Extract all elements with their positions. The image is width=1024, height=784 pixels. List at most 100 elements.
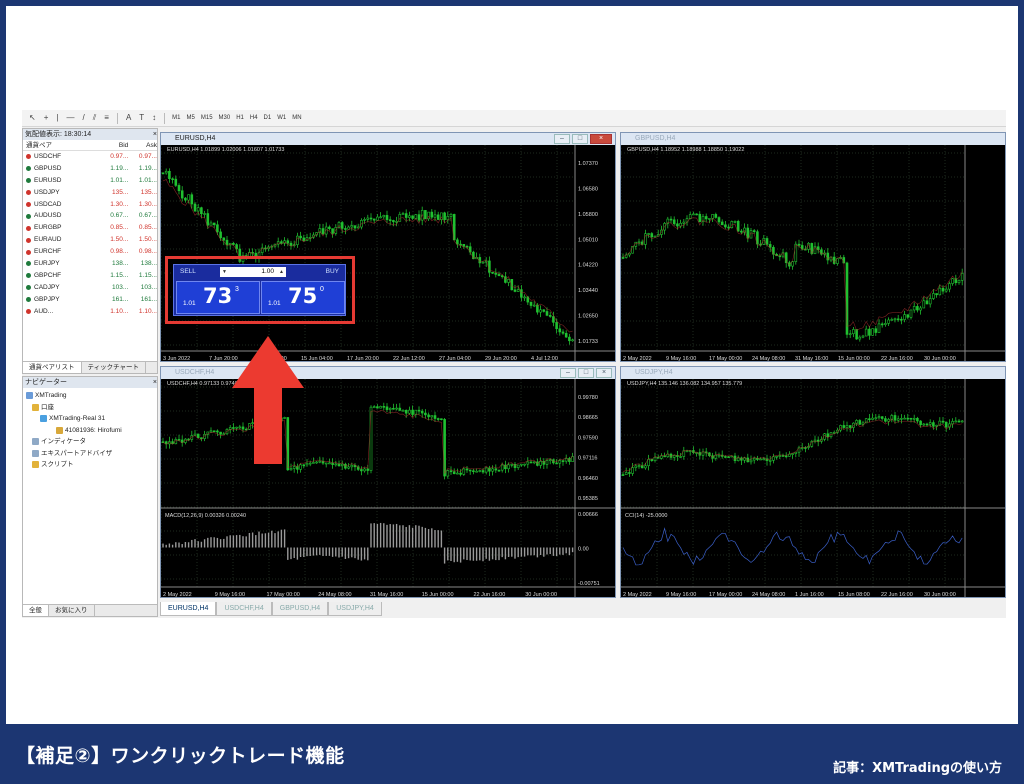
tf-m1[interactable]: M1 (170, 111, 182, 125)
market-watch-row[interactable]: EURCHF 0.98... 0.98... (23, 246, 157, 258)
channel-icon[interactable]: ⫽ (90, 111, 100, 125)
chart-plot[interactable]: 1.07370 1.06580 1.05800 1.05010 1.04220 1.034… (161, 145, 615, 361)
market-watch-row[interactable]: GBPJPY 161... 161... (23, 294, 157, 306)
bid-cell: 1.19... (110, 164, 129, 172)
chart-window-gbpusd[interactable]: GBPUSD,H4 2 May 2022 9 May 16:00 17 May 00… (620, 132, 1006, 362)
candle-body (529, 461, 533, 464)
tab-usdjpy[interactable]: USDJPY,H4 (328, 602, 382, 616)
nav-item[interactable]: 41081936: Hirofumi (26, 425, 154, 437)
maximize-icon[interactable]: □ (572, 134, 588, 144)
candlestick-chart[interactable]: 2 May 2022 9 May 16:00 17 May 00:00 24 May … (621, 145, 1006, 362)
candlestick-chart[interactable]: MACD(12,26,9) 0.00326 0.00240 0.00666 0.00… (161, 379, 616, 598)
tf-mn[interactable]: MN (290, 111, 303, 125)
nav-item[interactable]: エキスパートアドバイザ (26, 448, 154, 460)
chart-window-eurusd[interactable]: EURUSD,H4 – □ × 1.07370 1.06580 1.05800 1.050… (160, 132, 616, 362)
tab-symbols[interactable]: 通貨ペアリスト (23, 362, 82, 373)
candle-body (621, 474, 625, 476)
chart-window-usdchf[interactable]: USDCHF,H4 – □ × MACD(12,26,9) 0.00326 0.00… (160, 366, 616, 598)
market-watch-row[interactable]: EURUSD 1.01... 1.01... (23, 175, 157, 187)
candle-body (363, 468, 366, 472)
nav-item[interactable]: インディケータ (26, 436, 154, 448)
candle-body (289, 242, 293, 246)
candlestick-chart[interactable]: 1.07370 1.06580 1.05800 1.05010 1.04220 1.034… (161, 145, 616, 362)
close-icon[interactable]: × (153, 129, 157, 140)
symbol-cell: USDCAD (23, 199, 100, 211)
candle-body (507, 464, 510, 470)
nav-item[interactable]: 口座 (26, 402, 154, 414)
candle-body (433, 415, 437, 419)
date-label: 15 Jun 04:00 (301, 356, 333, 362)
tab-usdchf[interactable]: USDCHF,H4 (216, 602, 272, 616)
market-watch-row[interactable]: AUD... 1.10... 1.10... (23, 306, 157, 318)
tf-d1[interactable]: D1 (262, 111, 274, 125)
market-watch-row[interactable]: EURJPY 138... 138... (23, 258, 157, 270)
arrows-icon[interactable]: ↕ (149, 111, 159, 125)
col-symbol[interactable]: 通貨ペア (23, 140, 100, 150)
market-watch-row[interactable]: EURGBP 0.85... 0.85... (23, 222, 157, 234)
horizontal-line-icon[interactable]: — (63, 111, 77, 125)
market-watch-row[interactable]: USDCHF 0.97... 0.97... (23, 151, 157, 163)
chart-plot[interactable]: 2 May 2022 9 May 16:00 17 May 00:00 24 May … (621, 145, 1005, 361)
candle-body (909, 309, 913, 318)
col-bid[interactable]: Bid (100, 140, 128, 150)
tab-eurusd[interactable]: EURUSD,H4 (160, 602, 217, 616)
tf-w1[interactable]: W1 (275, 111, 288, 125)
trendline-icon[interactable]: / (79, 111, 87, 125)
maximize-icon[interactable]: □ (578, 368, 594, 378)
market-watch-row[interactable]: EURAUD 1.50... 1.50... (23, 234, 157, 246)
market-watch-row[interactable]: GBPUSD 1.19... 1.19... (23, 163, 157, 175)
nav-item[interactable]: XMTrading (26, 390, 154, 402)
candle-body (880, 416, 884, 419)
tab-favorites[interactable]: お気に入り (49, 605, 95, 616)
minimize-icon[interactable]: – (554, 134, 570, 144)
close-icon[interactable]: × (596, 368, 612, 378)
market-watch-row[interactable]: USDJPY 135... 135... (23, 187, 157, 199)
price-label: 1.05010 (578, 237, 598, 243)
nav-item-label: 口座 (41, 403, 54, 411)
candle-body (868, 418, 871, 421)
sell-label: SELL (180, 268, 196, 275)
close-icon[interactable]: × (153, 377, 157, 388)
tab-tick-chart[interactable]: ティックチャート (82, 362, 147, 373)
candlestick-chart[interactable]: CCI(14) -25.0000 2 May 2022 9 May 16:00 17 … (621, 379, 1006, 598)
nav-item[interactable]: XMTrading-Real 31 (26, 413, 154, 425)
candle-body (161, 172, 165, 175)
market-watch-row[interactable]: GBPCHF 1.15... 1.15... (23, 270, 157, 282)
direction-icon (26, 285, 31, 291)
chart-plot[interactable]: MACD(12,26,9) 0.00326 0.00240 0.00666 0.00… (161, 379, 615, 597)
tab-gbpusd[interactable]: GBPUSD,H4 (271, 602, 329, 616)
close-icon[interactable]: × (590, 134, 612, 144)
tf-h1[interactable]: H1 (234, 111, 246, 125)
tf-m5[interactable]: M5 (185, 111, 197, 125)
tf-h4[interactable]: H4 (248, 111, 260, 125)
tf-m15[interactable]: M15 (199, 111, 215, 125)
buy-button[interactable]: 1.01 75 0 (261, 281, 345, 314)
sell-button[interactable]: 1.01 73 3 (176, 281, 260, 314)
tab-general[interactable]: 全般 (23, 605, 49, 616)
chart-window-usdjpy[interactable]: USDJPY,H4 CCI(14) -25.0000 2 May 2022 9 Ma… (620, 366, 1006, 598)
market-watch-row[interactable]: USDCAD 1.30... 1.30... (23, 199, 157, 211)
nav-item[interactable]: スクリプト (26, 459, 154, 471)
date-label: 31 May 16:00 (370, 592, 403, 598)
candle-body (516, 464, 520, 468)
crosshair-icon[interactable]: + (41, 111, 52, 125)
market-watch-row[interactable]: AUDUSD 0.67... 0.67... (23, 210, 157, 222)
cursor-icon[interactable]: ↖ (26, 111, 39, 125)
vertical-line-icon[interactable]: | (53, 111, 61, 125)
bid-cell: 1.50... (110, 236, 129, 244)
chart-plot[interactable]: CCI(14) -25.0000 2 May 2022 9 May 16:00 17 … (621, 379, 1005, 597)
navigator-panel: ナビゲーター × XMTrading 口座 XMTrading-Real 31 4… (22, 376, 158, 617)
chart-title-text: GBPUSD,H4 (635, 135, 676, 142)
text-icon[interactable]: A (123, 111, 134, 125)
col-ask[interactable]: Ask (128, 140, 157, 150)
market-watch-row[interactable]: CADJPY 103... 103... (23, 282, 157, 294)
lot-size-input[interactable]: 1.00 (220, 267, 286, 277)
candle-body (350, 464, 354, 468)
candle-body (219, 431, 222, 435)
date-label: 9 May 16:00 (666, 592, 696, 598)
minimize-icon[interactable]: – (560, 368, 576, 378)
tf-m30[interactable]: M30 (217, 111, 233, 125)
price-label: 1.02650 (578, 314, 598, 320)
fibo-icon[interactable]: ≡ (101, 111, 112, 125)
label-icon[interactable]: T (136, 111, 147, 125)
